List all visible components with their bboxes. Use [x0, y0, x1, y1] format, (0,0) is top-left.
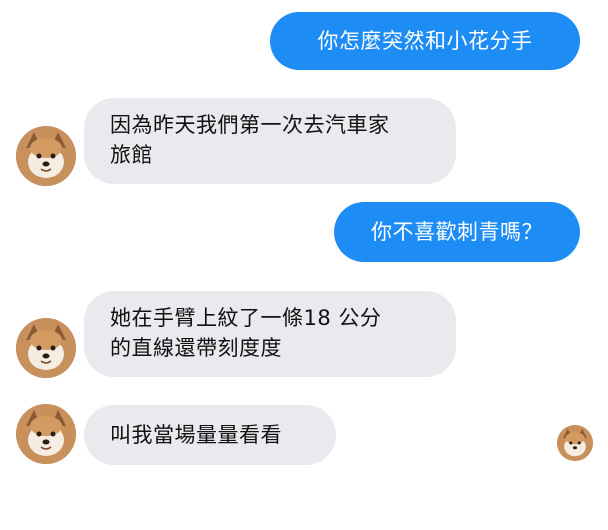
- message-line: 因為昨天我們第一次去汽車家: [110, 113, 390, 137]
- shiba-dog-avatar: [16, 404, 76, 464]
- shiba-dog-avatar: [16, 318, 76, 378]
- shiba-dog-avatar: [16, 126, 76, 186]
- message-line: 的直線還帶刻度度: [110, 336, 282, 360]
- incoming-message[interactable]: 因為昨天我們第一次去汽車家 旅館: [84, 98, 456, 184]
- avatar-icon[interactable]: [16, 126, 76, 186]
- outgoing-message[interactable]: 你不喜歡刺青嗎？: [334, 202, 580, 262]
- message-line: 叫我當場量量看看: [110, 423, 282, 447]
- message-line: 旅館: [110, 143, 153, 167]
- incoming-message[interactable]: 叫我當場量量看看: [84, 405, 336, 465]
- message-text: 你不喜歡刺青嗎？: [371, 220, 543, 244]
- message-text: 你怎麼突然和小花分手: [317, 29, 533, 53]
- incoming-message[interactable]: 她在手臂上紋了一條18 公分 的直線還帶刻度度: [84, 291, 456, 377]
- avatar-icon[interactable]: [16, 318, 76, 378]
- shiba-dog-avatar: [557, 425, 593, 461]
- chat-thread: 你怎麼突然和小花分手 因為昨天我們第一次去汽車家 旅館 你不喜歡刺青嗎？ 她在手…: [0, 0, 608, 530]
- outgoing-message[interactable]: 你怎麼突然和小花分手: [270, 12, 580, 70]
- avatar-icon[interactable]: [16, 404, 76, 464]
- read-receipt-avatar: [557, 425, 593, 461]
- message-line: 她在手臂上紋了一條18 公分: [110, 306, 382, 330]
